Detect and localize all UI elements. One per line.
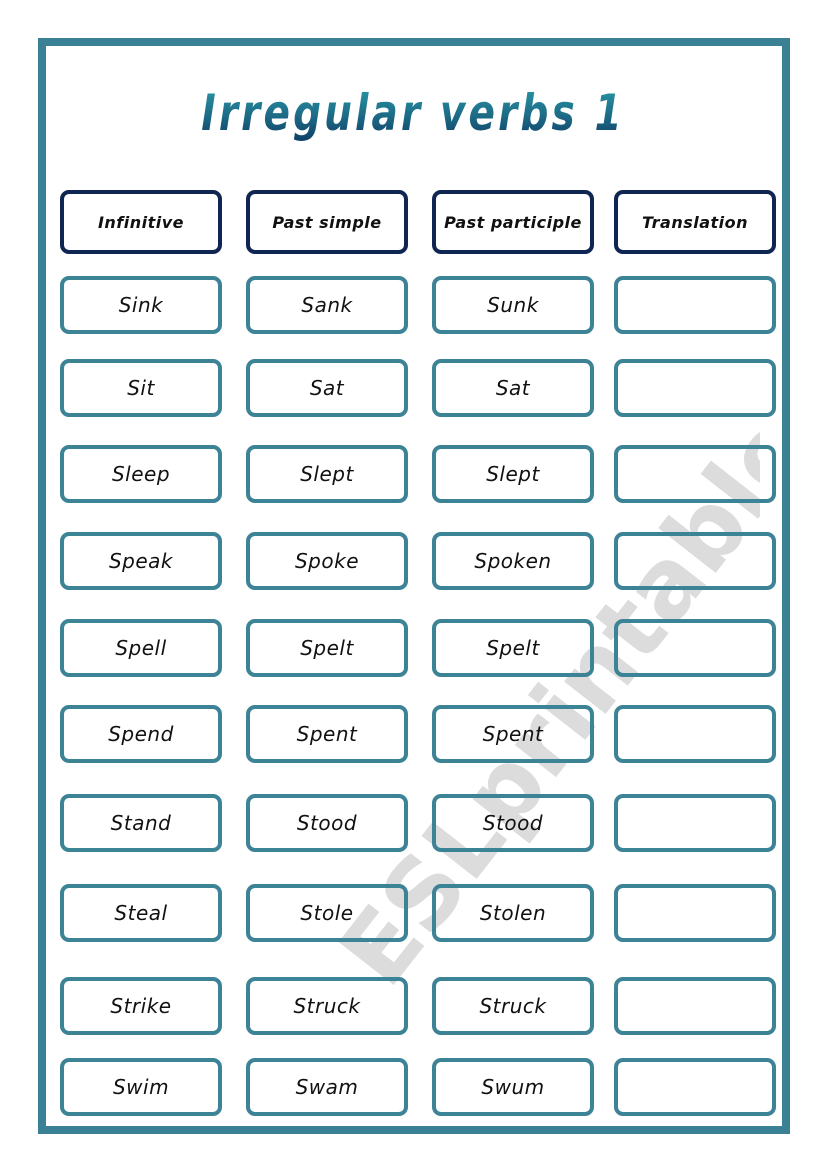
header-past-participle: Past participle [432,190,594,254]
verb-cell-past-simple: Sank [246,276,408,334]
header-infinitive: Infinitive [60,190,222,254]
translation-field[interactable] [614,1058,776,1116]
translation-field[interactable] [614,884,776,942]
translation-field[interactable] [614,977,776,1035]
verb-cell-infinitive: Stand [60,794,222,852]
verb-cell-infinitive: Sit [60,359,222,417]
verb-cell-infinitive: Spell [60,619,222,677]
verb-cell-infinitive: Swim [60,1058,222,1116]
verb-cell-past-participle: Struck [432,977,594,1035]
verb-cell-past-participle: Spent [432,705,594,763]
verb-cell-infinitive: Strike [60,977,222,1035]
verb-cell-past-participle: Slept [432,445,594,503]
translation-field[interactable] [614,794,776,852]
verb-cell-past-participle: Spelt [432,619,594,677]
translation-field[interactable] [614,532,776,590]
verb-cell-infinitive: Steal [60,884,222,942]
verb-cell-infinitive: Speak [60,532,222,590]
verb-cell-infinitive: Sleep [60,445,222,503]
verb-cell-past-simple: Spent [246,705,408,763]
verb-cell-infinitive: Sink [60,276,222,334]
verb-cell-past-participle: Stood [432,794,594,852]
header-past-simple: Past simple [246,190,408,254]
verb-cell-past-simple: Stood [246,794,408,852]
translation-field[interactable] [614,705,776,763]
verb-cell-past-simple: Stole [246,884,408,942]
verb-cell-infinitive: Spend [60,705,222,763]
verb-cell-past-participle: Swum [432,1058,594,1116]
translation-field[interactable] [614,445,776,503]
translation-field[interactable] [614,359,776,417]
verb-cell-past-participle: Sunk [432,276,594,334]
verb-cell-past-simple: Spelt [246,619,408,677]
header-translation: Translation [614,190,776,254]
worksheet-title: Irregular verbs 1 [91,84,735,142]
translation-field[interactable] [614,619,776,677]
verb-cell-past-simple: Swam [246,1058,408,1116]
verb-cell-past-simple: Slept [246,445,408,503]
verb-cell-past-participle: Sat [432,359,594,417]
verb-cell-past-simple: Struck [246,977,408,1035]
verb-cell-past-simple: Sat [246,359,408,417]
verb-cell-past-participle: Spoken [432,532,594,590]
translation-field[interactable] [614,276,776,334]
verb-cell-past-participle: Stolen [432,884,594,942]
verb-cell-past-simple: Spoke [246,532,408,590]
